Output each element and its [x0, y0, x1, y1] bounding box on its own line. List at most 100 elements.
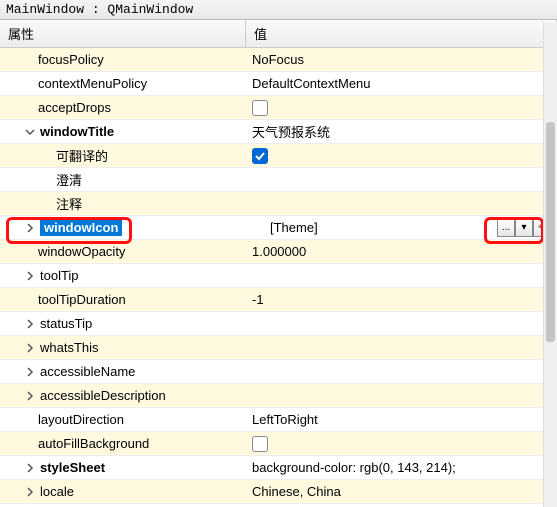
property-value-cell[interactable]: -1: [246, 288, 557, 311]
property-label: accessibleDescription: [40, 388, 166, 403]
property-value-cell[interactable]: [246, 264, 557, 287]
checkbox[interactable]: [252, 148, 268, 164]
property-name-cell[interactable]: 澄清: [0, 168, 246, 191]
property-label: windowIcon: [40, 219, 122, 236]
property-name-cell[interactable]: styleSheet: [0, 456, 246, 479]
property-value-cell[interactable]: [246, 192, 557, 215]
property-name-cell[interactable]: layoutDirection: [0, 408, 246, 431]
property-value-cell[interactable]: [Theme]...▾↶: [246, 216, 557, 239]
checkbox[interactable]: [252, 100, 268, 116]
property-row[interactable]: focusPolicy NoFocus: [0, 48, 557, 72]
property-row[interactable]: layoutDirection LeftToRight: [0, 408, 557, 432]
property-row[interactable]: styleSheet background-color: rgb(0, 143, …: [0, 456, 557, 480]
property-value-cell[interactable]: [246, 432, 557, 455]
property-name-cell[interactable]: statusTip: [0, 312, 246, 335]
property-value-cell[interactable]: LeftToRight: [246, 408, 557, 431]
chevron-right-icon[interactable]: [24, 318, 36, 330]
property-row[interactable]: contextMenuPolicy DefaultContextMenu: [0, 72, 557, 96]
property-label: 可翻译的: [56, 146, 108, 165]
checkbox[interactable]: [252, 436, 268, 452]
property-label: layoutDirection: [38, 412, 124, 427]
property-value-cell[interactable]: [246, 336, 557, 359]
value-text: background-color: rgb(0, 143, 214);: [252, 460, 456, 475]
property-name-cell[interactable]: windowTitle: [0, 120, 246, 143]
property-name-cell[interactable]: autoFillBackground: [0, 432, 246, 455]
object-class-title: MainWindow : QMainWindow: [0, 0, 557, 20]
header-value[interactable]: 值: [246, 20, 557, 47]
property-label: toolTip: [40, 268, 79, 283]
property-name-cell[interactable]: whatsThis: [0, 336, 246, 359]
property-row[interactable]: accessibleDescription: [0, 384, 557, 408]
property-value-cell[interactable]: [246, 360, 557, 383]
property-value-cell[interactable]: [246, 312, 557, 335]
property-row[interactable]: 注释: [0, 192, 557, 216]
property-value-cell[interactable]: [246, 144, 557, 167]
property-label: 注释: [56, 194, 82, 213]
property-label: autoFillBackground: [38, 436, 149, 451]
chevron-down-icon[interactable]: [24, 126, 36, 138]
property-label: windowTitle: [40, 124, 114, 139]
property-value-cell[interactable]: background-color: rgb(0, 143, 214);: [246, 456, 557, 479]
property-value-cell[interactable]: [246, 384, 557, 407]
value-text: 1.000000: [252, 244, 306, 259]
chevron-right-icon[interactable]: [24, 270, 36, 282]
property-value-cell[interactable]: 1.000000: [246, 240, 557, 263]
property-grid: focusPolicy NoFocuscontextMenuPolicy Defau…: [0, 48, 557, 504]
property-name-cell[interactable]: locale: [0, 480, 246, 503]
property-name-cell[interactable]: acceptDrops: [0, 96, 246, 119]
property-row[interactable]: statusTip: [0, 312, 557, 336]
property-value-cell[interactable]: [246, 168, 557, 191]
chevron-right-icon[interactable]: [24, 222, 36, 234]
property-name-cell[interactable]: focusPolicy: [0, 48, 246, 71]
property-name-cell[interactable]: contextMenuPolicy: [0, 72, 246, 95]
property-name-cell[interactable]: accessibleDescription: [0, 384, 246, 407]
table-header: 属性 值: [0, 20, 557, 48]
property-row[interactable]: windowTitle 天气预报系统: [0, 120, 557, 144]
chevron-right-icon[interactable]: [24, 462, 36, 474]
value-text: 天气预报系统: [252, 122, 330, 141]
value-text: [Theme]: [252, 220, 318, 235]
property-label: accessibleName: [40, 364, 135, 379]
property-name-cell[interactable]: windowOpacity: [0, 240, 246, 263]
property-label: statusTip: [40, 316, 92, 331]
property-row[interactable]: locale Chinese, China: [0, 480, 557, 504]
property-row[interactable]: accessibleName: [0, 360, 557, 384]
value-text: DefaultContextMenu: [252, 76, 371, 91]
property-name-cell[interactable]: 注释: [0, 192, 246, 215]
value-text: LeftToRight: [252, 412, 318, 427]
chevron-right-icon[interactable]: [24, 342, 36, 354]
property-row[interactable]: windowOpacity 1.000000: [0, 240, 557, 264]
property-label: styleSheet: [40, 460, 105, 475]
property-row[interactable]: windowIcon [Theme]...▾↶: [0, 216, 557, 240]
property-name-cell[interactable]: toolTip: [0, 264, 246, 287]
property-name-cell[interactable]: toolTipDuration: [0, 288, 246, 311]
dropdown-button[interactable]: ▾: [515, 219, 533, 237]
property-row[interactable]: autoFillBackground: [0, 432, 557, 456]
property-row[interactable]: toolTipDuration -1: [0, 288, 557, 312]
property-name-cell[interactable]: accessibleName: [0, 360, 246, 383]
property-label: toolTipDuration: [38, 292, 126, 307]
property-row[interactable]: whatsThis: [0, 336, 557, 360]
property-value-cell[interactable]: 天气预报系统: [246, 120, 557, 143]
property-value-cell[interactable]: [246, 96, 557, 119]
property-value-cell[interactable]: DefaultContextMenu: [246, 72, 557, 95]
chevron-right-icon[interactable]: [24, 486, 36, 498]
property-row[interactable]: 可翻译的: [0, 144, 557, 168]
property-row[interactable]: acceptDrops: [0, 96, 557, 120]
vertical-scrollbar[interactable]: [543, 22, 557, 507]
browse-button[interactable]: ...: [497, 219, 515, 237]
property-name-cell[interactable]: 可翻译的: [0, 144, 246, 167]
property-value-cell[interactable]: NoFocus: [246, 48, 557, 71]
header-property[interactable]: 属性: [0, 20, 246, 47]
property-label: focusPolicy: [38, 52, 104, 67]
property-value-cell[interactable]: Chinese, China: [246, 480, 557, 503]
property-row[interactable]: toolTip: [0, 264, 557, 288]
property-row[interactable]: 澄清: [0, 168, 557, 192]
scrollbar-thumb[interactable]: [546, 122, 555, 342]
chevron-right-icon[interactable]: [24, 390, 36, 402]
value-text: -1: [252, 292, 264, 307]
property-name-cell[interactable]: windowIcon: [0, 216, 246, 239]
chevron-right-icon[interactable]: [24, 366, 36, 378]
property-label: locale: [40, 484, 74, 499]
property-label: acceptDrops: [38, 100, 111, 115]
